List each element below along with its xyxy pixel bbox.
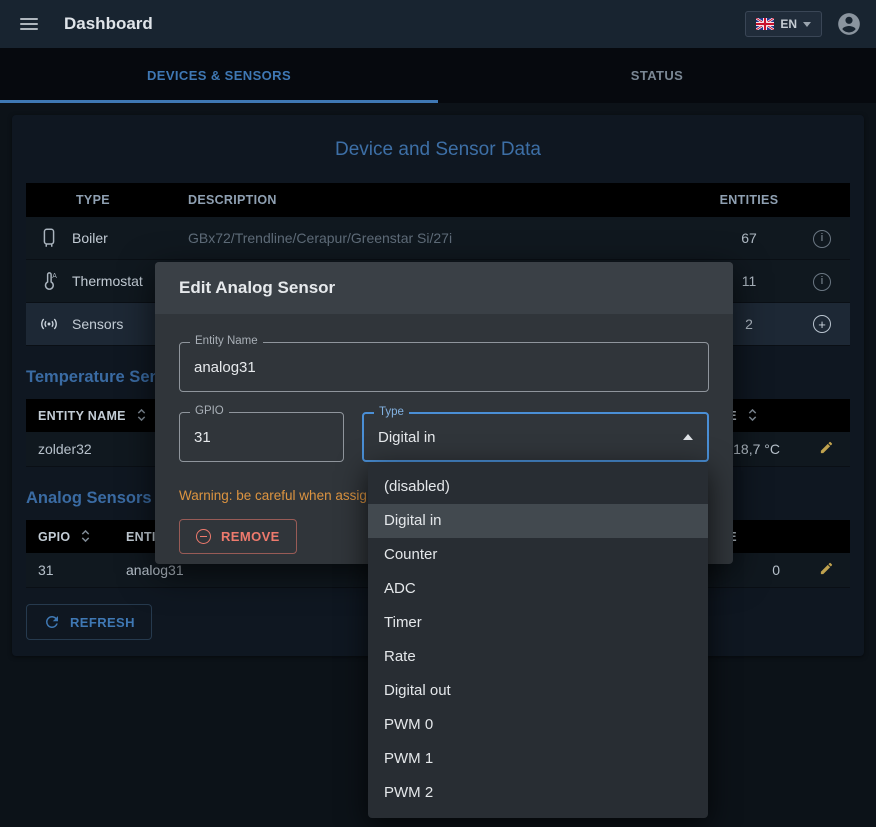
col-header-edit — [802, 399, 850, 432]
dropdown-option[interactable]: Timer — [368, 606, 708, 640]
tab-label: STATUS — [631, 68, 683, 83]
dropdown-option[interactable]: PWM 1 — [368, 742, 708, 776]
remove-label: REMOVE — [221, 529, 280, 544]
pencil-icon[interactable] — [819, 561, 834, 576]
type-dropdown-menu: (disabled) Digital in Counter ADC Timer … — [368, 462, 708, 818]
info-icon[interactable]: i — [813, 230, 831, 248]
dropdown-option[interactable]: PWM 0 — [368, 708, 708, 742]
menu-icon[interactable] — [14, 12, 44, 36]
devices-header-row: TYPE DESCRIPTION ENTITIES — [26, 183, 850, 217]
refresh-label: REFRESH — [70, 615, 135, 630]
col-header-gpio[interactable]: GPIO — [26, 520, 114, 553]
boiler-icon — [38, 227, 60, 249]
language-label: EN — [780, 17, 797, 31]
tab-status[interactable]: STATUS — [438, 48, 876, 103]
svg-text:A: A — [52, 273, 57, 280]
entity-name-label: Entity Name — [190, 335, 263, 347]
device-type-label: Thermostat — [72, 273, 143, 289]
card-title: Device and Sensor Data — [26, 139, 850, 161]
sort-icon — [80, 529, 91, 543]
refresh-button[interactable]: REFRESH — [26, 604, 152, 640]
device-type-label: Boiler — [72, 230, 108, 246]
gpio-field: GPIO — [179, 412, 344, 462]
dropdown-option[interactable]: (disabled) — [368, 470, 708, 504]
gpio-input[interactable] — [194, 429, 329, 446]
page-title: Dashboard — [64, 14, 153, 34]
col-header-actions — [794, 183, 850, 217]
dropdown-option[interactable]: Digital in — [368, 504, 708, 538]
thermostat-icon: A — [38, 270, 60, 292]
dropdown-option[interactable]: Counter — [368, 538, 708, 572]
chevron-up-icon — [683, 434, 693, 440]
device-type-label: Sensors — [72, 316, 123, 332]
chevron-down-icon — [803, 22, 811, 27]
field-row: GPIO Type Digital in — [179, 412, 709, 462]
tab-label: DEVICES & SENSORS — [147, 68, 291, 83]
dropdown-option[interactable]: Rate — [368, 640, 708, 674]
table-row[interactable]: Boiler GBx72/Trendline/Cerapur/Greenstar… — [26, 217, 850, 260]
type-selected-value: Digital in — [378, 429, 436, 446]
entity-name-field: Entity Name — [179, 342, 709, 392]
col-header-type: TYPE — [26, 183, 176, 217]
dropdown-option[interactable]: Digital out — [368, 674, 708, 708]
tab-bar: DEVICES & SENSORS STATUS — [0, 48, 876, 103]
col-header-edit — [802, 520, 850, 553]
entity-name-input[interactable] — [194, 359, 694, 376]
sort-icon — [136, 408, 147, 422]
type-label: Type — [374, 406, 409, 418]
remove-button[interactable]: REMOVE — [179, 519, 297, 554]
gpio-cell: 31 — [26, 553, 114, 588]
language-selector[interactable]: EN — [745, 11, 822, 37]
col-header-entities: ENTITIES — [704, 183, 794, 217]
tab-devices-sensors[interactable]: DEVICES & SENSORS — [0, 48, 438, 103]
app-bar: Dashboard EN — [0, 0, 876, 48]
radio-signal-icon — [38, 313, 60, 335]
type-select[interactable]: Type Digital in — [362, 412, 709, 462]
col-header-description: DESCRIPTION — [176, 183, 704, 217]
account-icon[interactable] — [836, 11, 862, 37]
refresh-icon — [43, 613, 61, 631]
uk-flag-icon — [756, 18, 774, 30]
device-description: GBx72/Trendline/Cerapur/Greenstar Si/27i — [176, 217, 704, 260]
gpio-label: GPIO — [190, 405, 229, 417]
plus-circle-icon[interactable]: + — [813, 315, 831, 333]
dropdown-option[interactable]: PWM 2 — [368, 776, 708, 810]
minus-circle-icon — [196, 529, 211, 544]
sort-icon — [747, 408, 758, 422]
device-entities-count: 67 — [704, 217, 794, 260]
dialog-title: Edit Analog Sensor — [155, 262, 733, 314]
info-icon[interactable]: i — [813, 273, 831, 291]
dropdown-option[interactable]: ADC — [368, 572, 708, 606]
pencil-icon[interactable] — [819, 440, 834, 455]
